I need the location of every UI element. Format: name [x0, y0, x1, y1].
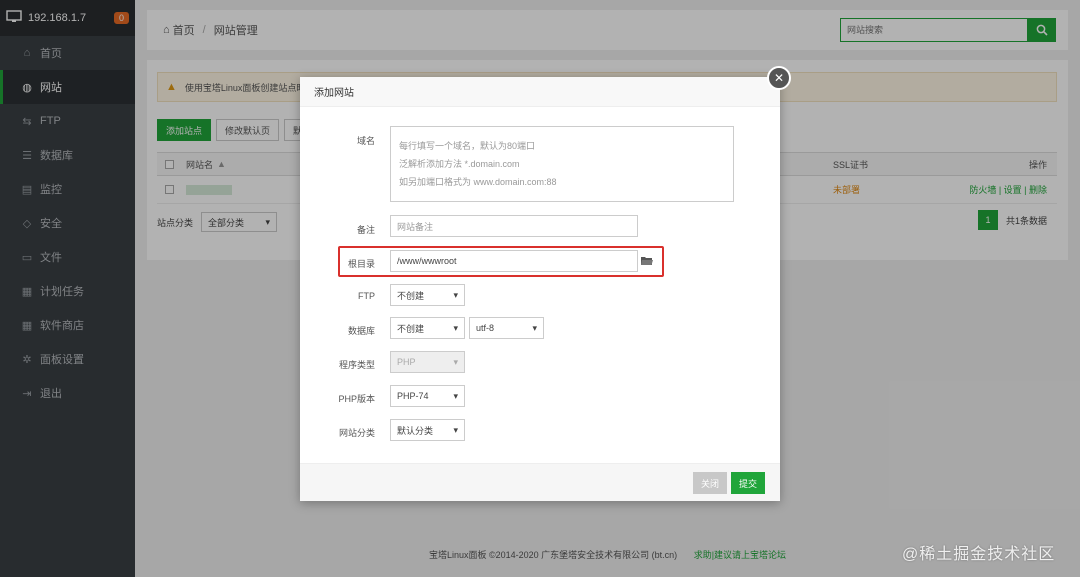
php-version-select[interactable]: PHP-74 ▾ — [390, 385, 465, 407]
charset-select-value: utf-8 — [476, 323, 495, 333]
charset-select[interactable]: utf-8 ▾ — [469, 317, 544, 339]
folder-open-icon[interactable] — [641, 256, 653, 269]
caret-down-icon: ▾ — [453, 289, 458, 300]
root-dir-input[interactable]: /www/wwwroot — [390, 250, 638, 272]
modal-footer: 关闭 提交 — [300, 463, 780, 501]
caret-down-icon: ▾ — [453, 424, 458, 435]
domain-hint-3: 如另加端口格式为 www.domain.com:88 — [399, 177, 557, 187]
ftp-select[interactable]: 不创建 ▾ — [390, 284, 465, 306]
site-category-label: 网站分类 — [338, 428, 375, 438]
database-label: 数据库 — [347, 326, 375, 336]
submit-button[interactable]: 提交 — [731, 472, 766, 494]
program-type-value: PHP — [397, 357, 416, 367]
program-type-select: PHP ▾ — [390, 351, 465, 373]
ftp-select-value: 不创建 — [397, 290, 425, 301]
domain-label: 域名 — [356, 136, 375, 146]
caret-down-icon: ▾ — [532, 322, 537, 333]
domain-textarea[interactable]: 每行填写一个域名，默认为80端口 泛解析添加方法 *.domain.com 如另… — [390, 126, 734, 202]
watermark: @稀土掘金技术社区 — [902, 546, 1056, 563]
close-button[interactable]: 关闭 — [693, 472, 728, 494]
caret-down-icon: ▾ — [453, 356, 458, 367]
ftp-label: FTP — [358, 291, 375, 301]
remark-label: 备注 — [356, 225, 375, 235]
close-icon[interactable]: ✕ — [767, 66, 791, 90]
domain-hint-2: 泛解析添加方法 *.domain.com — [399, 159, 520, 169]
site-category-select[interactable]: 默认分类 ▾ — [390, 419, 465, 441]
remark-input[interactable]: 网站备注 — [390, 215, 638, 237]
domain-hint-1: 每行填写一个域名，默认为80端口 — [399, 141, 536, 151]
program-type-label: 程序类型 — [338, 360, 375, 370]
caret-down-icon: ▾ — [453, 322, 458, 333]
root-dir-label: 根目录 — [347, 259, 375, 269]
modal-title: 添加网站 — [300, 77, 780, 107]
php-version-label: PHP版本 — [338, 394, 375, 404]
caret-down-icon: ▾ — [453, 390, 458, 401]
database-select[interactable]: 不创建 ▾ — [390, 317, 465, 339]
site-category-value: 默认分类 — [397, 425, 434, 436]
add-site-modal: 添加网站 ✕ 域名 每行填写一个域名，默认为80端口 泛解析添加方法 *.dom… — [300, 66, 791, 501]
database-select-value: 不创建 — [397, 323, 425, 334]
php-version-value: PHP-74 — [397, 391, 429, 401]
